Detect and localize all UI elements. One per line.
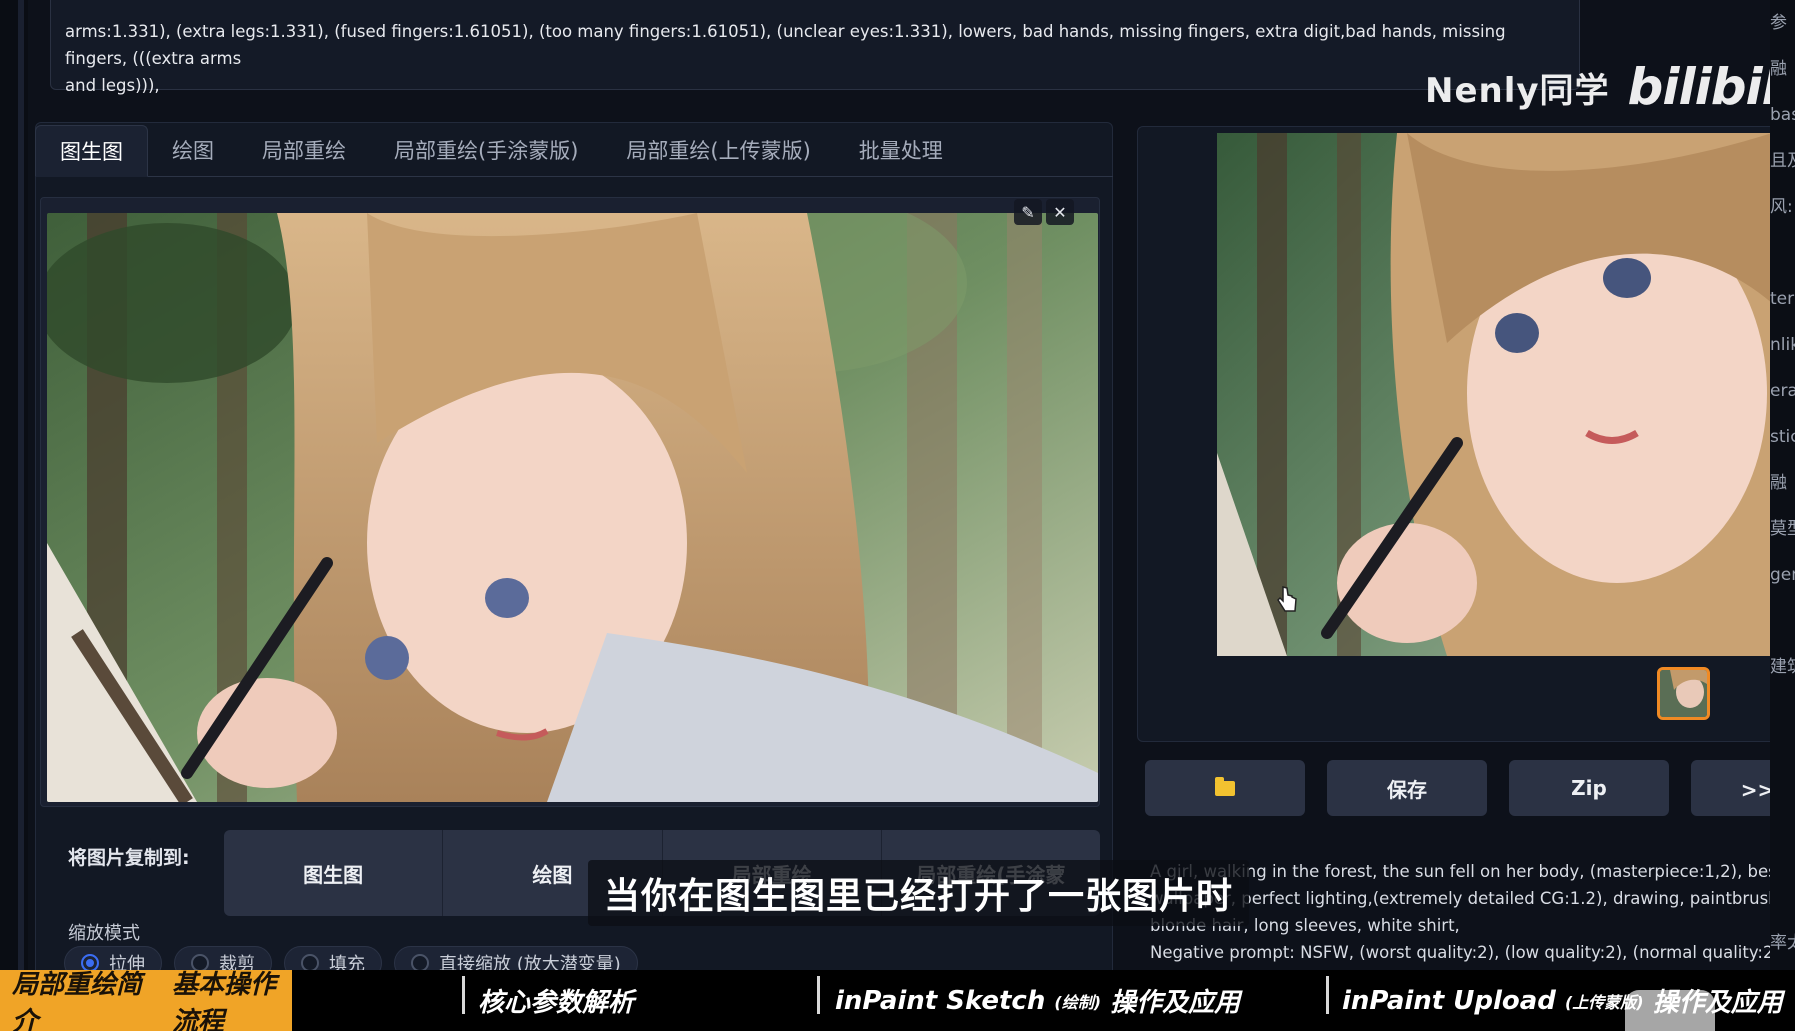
- bilibili-logo: bilibili: [1627, 58, 1795, 116]
- side-text: [1770, 874, 1795, 920]
- anime-girl-forest-illustration: [47, 213, 1098, 802]
- output-action-row: 保存 Zip >> 图: [1145, 760, 1795, 816]
- open-folder-button[interactable]: [1145, 760, 1305, 816]
- chapter-core-params[interactable]: 核心参数解析: [466, 970, 634, 1031]
- img2img-tab-bar: 图生图 绘图 局部重绘 局部重绘(手涂蒙版) 局部重绘(上传蒙版) 批量处理: [35, 122, 1113, 177]
- side-text: [1770, 736, 1795, 782]
- tab-inpaint-upload[interactable]: 局部重绘(上传蒙版): [602, 124, 834, 176]
- chapter-inpaint-intro[interactable]: 局部重绘简介: [0, 970, 160, 1031]
- tab-img2img[interactable]: 图生图: [35, 125, 148, 177]
- input-image[interactable]: [47, 213, 1098, 802]
- side-text: era: [1770, 381, 1795, 401]
- zip-button[interactable]: Zip: [1509, 760, 1669, 816]
- side-text: 且及: [1770, 151, 1795, 171]
- side-text: stic: [1770, 427, 1795, 447]
- edit-image-button[interactable]: ✎: [1014, 199, 1042, 225]
- play-button-icon[interactable]: [1625, 990, 1715, 1031]
- side-text: ter: [1770, 289, 1795, 309]
- tab-sketch[interactable]: 绘图: [148, 124, 238, 176]
- side-text: gen: [1770, 565, 1795, 585]
- chapter-label: 核心参数解析: [478, 988, 635, 1018]
- pencil-icon: ✎: [1014, 199, 1042, 225]
- output-image[interactable]: [1217, 133, 1772, 656]
- chapter-sub-label: (绘制): [1054, 992, 1102, 1012]
- watermark-author: Nenly同学: [1425, 70, 1610, 111]
- save-button[interactable]: 保存: [1327, 760, 1487, 816]
- side-text: [1770, 598, 1795, 644]
- prompt-line-2: and legs))),: [65, 76, 160, 95]
- chapter-inpaint-sketch[interactable]: inPaint Sketch (绘制) 操作及应用: [823, 970, 1240, 1031]
- chapter-separator: [1326, 976, 1329, 1014]
- side-text: 率太: [1770, 933, 1795, 953]
- generation-info-line: Negative prompt: NSFW, (worst quality:2)…: [1150, 943, 1790, 962]
- video-subtitle: 当你在图生图里已经打开了一张图片时: [588, 860, 1250, 926]
- side-text: [1770, 690, 1795, 736]
- chapter-label: inPaint Sketch: [835, 985, 1046, 1016]
- chapter-label: inPaint Upload: [1342, 985, 1556, 1016]
- cropped-side-column: 参 融 bas 且及 风: ter nlik era stic 融 莫型 gen…: [1770, 0, 1795, 1031]
- tab-inpaint-sketch[interactable]: 局部重绘(手涂蒙版): [370, 124, 602, 176]
- left-scroll-strip: [18, 0, 24, 970]
- chapter-separator: [462, 976, 465, 1014]
- clear-image-button[interactable]: ✕: [1046, 199, 1074, 225]
- side-text: bas: [1770, 105, 1795, 125]
- copy-to-img2img-button[interactable]: 图生图: [224, 830, 444, 916]
- folder-icon: [1215, 776, 1235, 796]
- side-text: [1770, 230, 1795, 276]
- side-text: [1770, 782, 1795, 828]
- side-text: 莫型: [1770, 519, 1795, 539]
- chapter-tail: 操作及应用: [1110, 988, 1241, 1018]
- chapter-label: 局部重绘简介: [12, 969, 143, 1031]
- side-text: 参: [1770, 13, 1787, 33]
- tab-batch[interactable]: 批量处理: [835, 124, 967, 176]
- chapter-basic-workflow[interactable]: 基本操作流程: [160, 970, 292, 1031]
- side-text: [1770, 828, 1795, 874]
- tab-inpaint[interactable]: 局部重绘: [238, 124, 370, 176]
- copy-to-label: 将图片复制到:: [68, 847, 190, 869]
- thumbnail-image: [1660, 670, 1707, 717]
- side-text: nlik: [1770, 335, 1795, 355]
- gallery-thumbnail[interactable]: [1657, 667, 1710, 720]
- hand-cursor-icon: [1276, 585, 1298, 619]
- side-text: 风:: [1770, 197, 1793, 217]
- negative-prompt-textbox[interactable]: arms:1.331), (extra legs:1.331), (fused …: [50, 0, 1580, 95]
- side-text: 融: [1770, 59, 1787, 79]
- prompt-line-1: arms:1.331), (extra legs:1.331), (fused …: [65, 22, 1506, 68]
- chapter-label: 基本操作流程: [172, 969, 277, 1031]
- side-text: 建筑: [1770, 657, 1795, 677]
- side-text: 融: [1770, 473, 1787, 493]
- video-watermark: Nenly同学 bilibili: [1425, 52, 1795, 122]
- resize-mode-label: 缩放模式: [68, 923, 140, 944]
- chapter-separator: [817, 976, 820, 1014]
- close-icon: ✕: [1046, 199, 1074, 225]
- generated-image-preview: [1217, 133, 1772, 656]
